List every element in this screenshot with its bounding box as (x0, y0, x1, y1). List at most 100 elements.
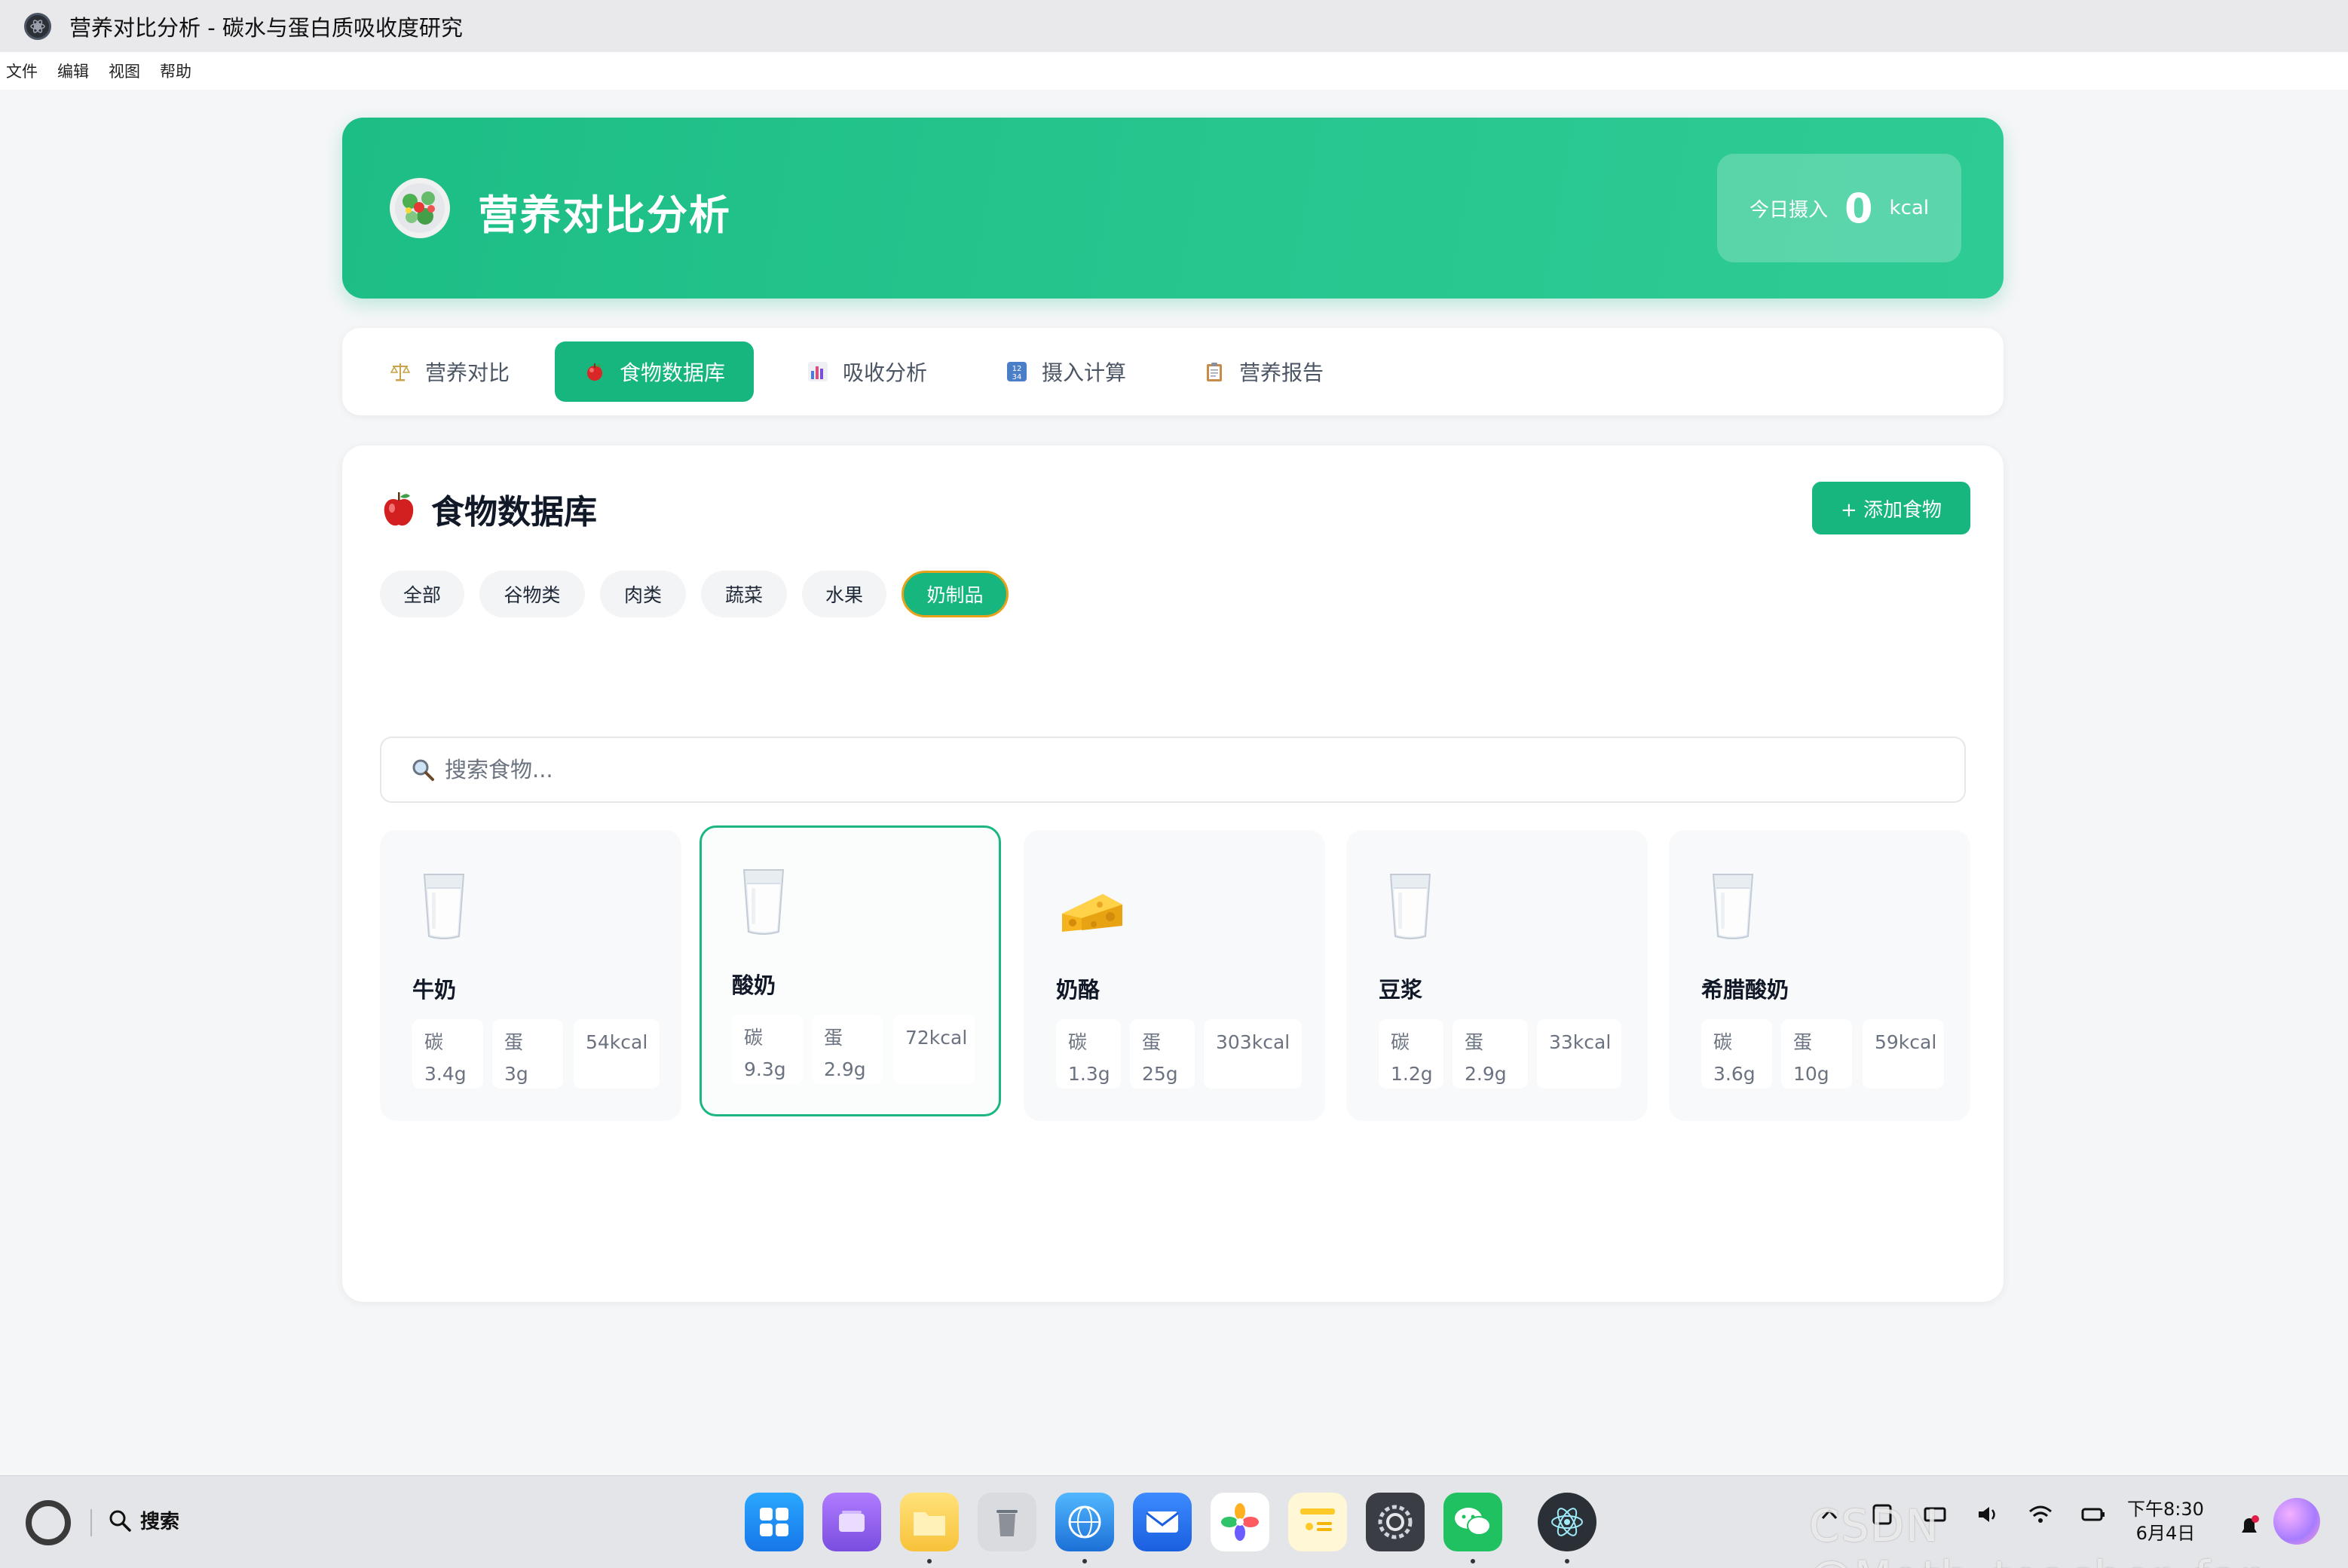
watermark-text: CSDN @Math_teacher_fan (1809, 1500, 2267, 1568)
search-icon (109, 1510, 131, 1532)
launcher-icon[interactable] (745, 1493, 804, 1551)
food-name: 牛奶 (412, 977, 457, 1003)
mail-icon[interactable] (1133, 1493, 1192, 1551)
window-manager-icon[interactable] (822, 1493, 881, 1551)
app-title: 营养对比分析 (478, 191, 731, 239)
tab-intake-calc[interactable]: 12 34 摄入计算 (977, 341, 1155, 402)
salad-icon (390, 178, 450, 238)
protein-stat: 蛋 10g (1781, 1019, 1852, 1089)
kcal-value: 72kcal (905, 1027, 968, 1049)
food-name: 酸奶 (732, 972, 776, 998)
carb-stat: 碳 1.3g (1056, 1019, 1121, 1089)
food-card-milk[interactable]: 牛奶 碳 3.4g 蛋 3g 54kcal (380, 830, 681, 1121)
intake-unit: kcal (1889, 197, 1930, 219)
tab-bar: 营养对比 食物数据库 吸收分析 12 34 摄入计算 营养报告 (342, 328, 2004, 415)
notes-icon[interactable] (1288, 1493, 1347, 1551)
kcal-stat: 54kcal (574, 1019, 660, 1089)
tab-label: 营养对比 (425, 360, 510, 385)
menu-bar: 文件 编辑 视图 帮助 (0, 52, 2348, 90)
food-name: 希腊酸奶 (1701, 977, 1789, 1003)
protein-label: 蛋 (824, 1027, 843, 1049)
protein-value: 3g (504, 1063, 528, 1085)
menu-file[interactable]: 文件 (6, 60, 38, 82)
kcal-value: 54kcal (586, 1031, 648, 1053)
cheese-icon (1062, 894, 1122, 932)
carb-stat: 碳 3.4g (412, 1019, 483, 1089)
search-icon (412, 759, 434, 781)
tab-label: 摄入计算 (1042, 360, 1127, 385)
carb-label: 碳 (1713, 1031, 1733, 1053)
milk-glass-icon (1712, 874, 1754, 939)
clipboard-icon (1207, 363, 1222, 381)
filter-all[interactable]: 全部 (380, 571, 464, 617)
add-food-button[interactable]: + 添加食物 (1812, 482, 1970, 534)
search-input[interactable] (445, 757, 1877, 782)
photos-icon[interactable] (1211, 1493, 1269, 1551)
tab-nutrition-report[interactable]: 营养报告 (1174, 341, 1352, 402)
protein-value: 10g (1793, 1063, 1829, 1085)
menu-view[interactable]: 视图 (109, 60, 140, 82)
section-title: 食物数据库 (381, 485, 597, 533)
tab-nutrition-compare[interactable]: 营养对比 (360, 341, 538, 402)
milk-glass-icon (742, 869, 785, 935)
filter-fruit[interactable]: 水果 (802, 571, 886, 617)
window-titlebar: 营养对比分析 - 碳水与蛋白质吸收度研究 (0, 0, 2348, 52)
food-card-soy-milk[interactable]: 豆浆 碳 1.2g 蛋 2.9g 33kcal (1346, 830, 1648, 1121)
tab-label: 吸收分析 (843, 360, 928, 385)
food-card-greek-yogurt[interactable]: 希腊酸奶 碳 3.6g 蛋 10g 59kcal (1669, 830, 1970, 1121)
kcal-stat: 59kcal (1863, 1019, 1944, 1089)
app-page: 营养对比分析 今日摄入 0 kcal 营养对比 食物数据库 吸收分析 12 34… (0, 90, 2348, 1475)
taskbar-search[interactable]: 搜索 (107, 1506, 179, 1534)
carb-value: 1.2g (1391, 1063, 1433, 1085)
wechat-icon[interactable] (1443, 1493, 1502, 1551)
milk-glass-icon (1389, 874, 1431, 939)
settings-icon[interactable] (1366, 1493, 1425, 1551)
protein-label: 蛋 (1793, 1031, 1813, 1053)
carb-value: 9.3g (744, 1058, 786, 1080)
menu-edit[interactable]: 编辑 (57, 60, 89, 82)
browser-icon[interactable] (1055, 1493, 1114, 1551)
food-name: 豆浆 (1379, 977, 1423, 1003)
app-icon (24, 12, 51, 40)
today-intake-box: 今日摄入 0 kcal (1717, 154, 1961, 262)
milk-glass-icon (423, 874, 465, 939)
carb-label: 碳 (1391, 1031, 1410, 1053)
running-indicator (1082, 1559, 1087, 1563)
carb-value: 3.6g (1713, 1063, 1756, 1085)
protein-stat: 蛋 2.9g (812, 1015, 883, 1084)
protein-label: 蛋 (1465, 1031, 1484, 1053)
bar-chart-icon (808, 362, 828, 381)
food-card-cheese[interactable]: 奶酪 碳 1.3g 蛋 25g 303kcal (1024, 830, 1325, 1121)
food-database-panel: 食物数据库 + 添加食物 全部 谷物类 肉类 蔬菜 水果 奶制品 搜索食物...… (342, 446, 2004, 1302)
tab-absorption-analysis[interactable]: 吸收分析 (778, 341, 956, 402)
filter-vegetables[interactable]: 蔬菜 (701, 571, 787, 617)
files-icon[interactable] (900, 1493, 959, 1551)
kcal-stat: 72kcal (893, 1015, 975, 1084)
protein-stat: 蛋 25g (1130, 1019, 1195, 1089)
protein-label: 蛋 (1142, 1031, 1162, 1053)
protein-value: 2.9g (1465, 1063, 1507, 1085)
food-search-box (380, 737, 1966, 803)
tab-label: 食物数据库 (620, 360, 726, 385)
kcal-stat: 33kcal (1537, 1019, 1621, 1089)
kcal-value: 303kcal (1216, 1031, 1290, 1053)
carb-value: 3.4g (424, 1063, 467, 1085)
filter-meat[interactable]: 肉类 (600, 571, 686, 617)
protein-stat: 蛋 3g (492, 1019, 563, 1089)
trash-icon[interactable] (978, 1493, 1036, 1551)
running-indicator (927, 1559, 932, 1563)
electron-app-icon[interactable] (1538, 1493, 1596, 1551)
filter-grains[interactable]: 谷物类 (479, 571, 585, 617)
taskbar-divider (90, 1509, 92, 1536)
protein-value: 25g (1142, 1063, 1178, 1085)
filter-dairy[interactable]: 奶制品 (902, 571, 1009, 617)
svg-text:12: 12 (1012, 365, 1022, 373)
tab-food-database[interactable]: 食物数据库 (555, 341, 755, 402)
protein-stat: 蛋 2.9g (1453, 1019, 1528, 1089)
running-indicator (1565, 1559, 1569, 1563)
carb-stat: 碳 1.2g (1379, 1019, 1443, 1089)
menu-help[interactable]: 帮助 (160, 60, 191, 82)
food-card-yogurt[interactable]: 酸奶 碳 9.3g 蛋 2.9g 72kcal (700, 825, 1001, 1116)
kcal-value: 59kcal (1875, 1031, 1937, 1053)
start-button[interactable] (26, 1500, 71, 1545)
